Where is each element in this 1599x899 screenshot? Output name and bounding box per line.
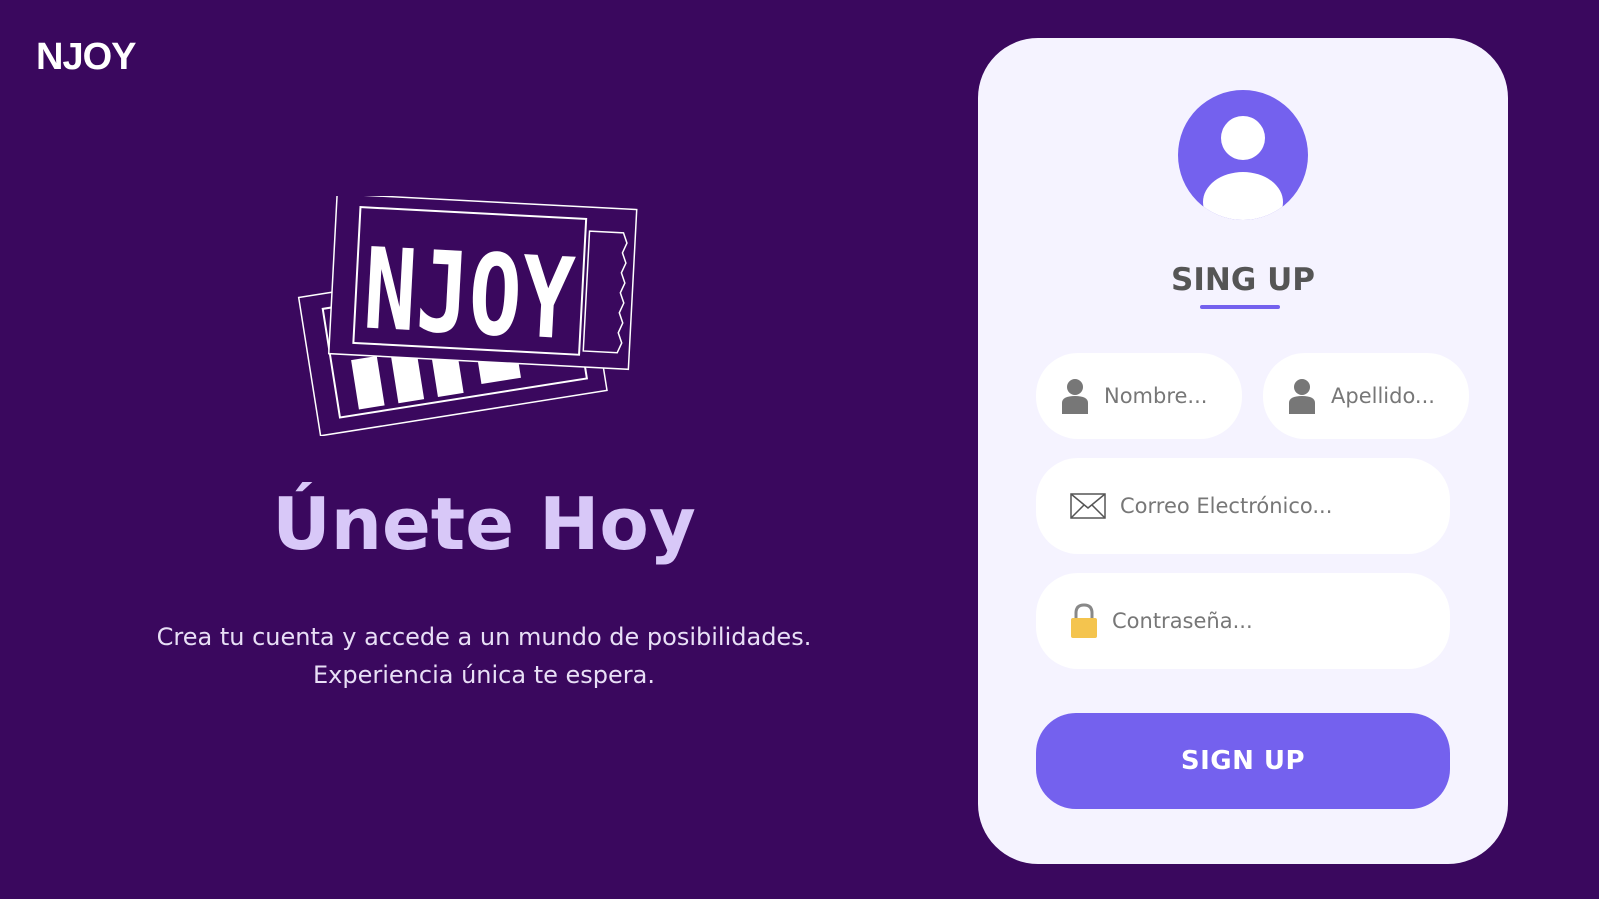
lock-icon xyxy=(1071,603,1097,638)
ticket-logo-illustration: NJOY xyxy=(297,196,638,436)
hero-subtitle-line-2: Experiencia única te espera. xyxy=(313,661,655,690)
title-underline xyxy=(1200,305,1280,309)
password-field[interactable] xyxy=(1036,573,1450,669)
form-title: SING UP xyxy=(1171,262,1315,298)
ticket-logo-text: NJOY xyxy=(361,224,578,365)
password-input[interactable] xyxy=(1112,609,1450,633)
hero-subtitle: Crea tu cuenta y accede a un mundo de po… xyxy=(0,618,968,695)
last-name-field[interactable] xyxy=(1263,353,1469,439)
first-name-field[interactable] xyxy=(1036,353,1242,439)
email-field[interactable] xyxy=(1036,458,1450,554)
sign-up-button[interactable]: SIGN UP xyxy=(1036,713,1450,809)
user-icon xyxy=(1062,379,1088,414)
last-name-input[interactable] xyxy=(1331,384,1469,408)
hero-title: Únete Hoy xyxy=(272,482,696,566)
first-name-input[interactable] xyxy=(1104,384,1242,408)
email-input[interactable] xyxy=(1120,494,1450,518)
front-ticket: NJOY xyxy=(327,196,638,371)
user-avatar-icon xyxy=(1178,90,1308,220)
user-icon xyxy=(1289,379,1315,414)
envelope-icon xyxy=(1070,493,1106,519)
hero-subtitle-line-1: Crea tu cuenta y accede a un mundo de po… xyxy=(156,623,812,651)
brand-logo: NJOY xyxy=(36,36,136,78)
